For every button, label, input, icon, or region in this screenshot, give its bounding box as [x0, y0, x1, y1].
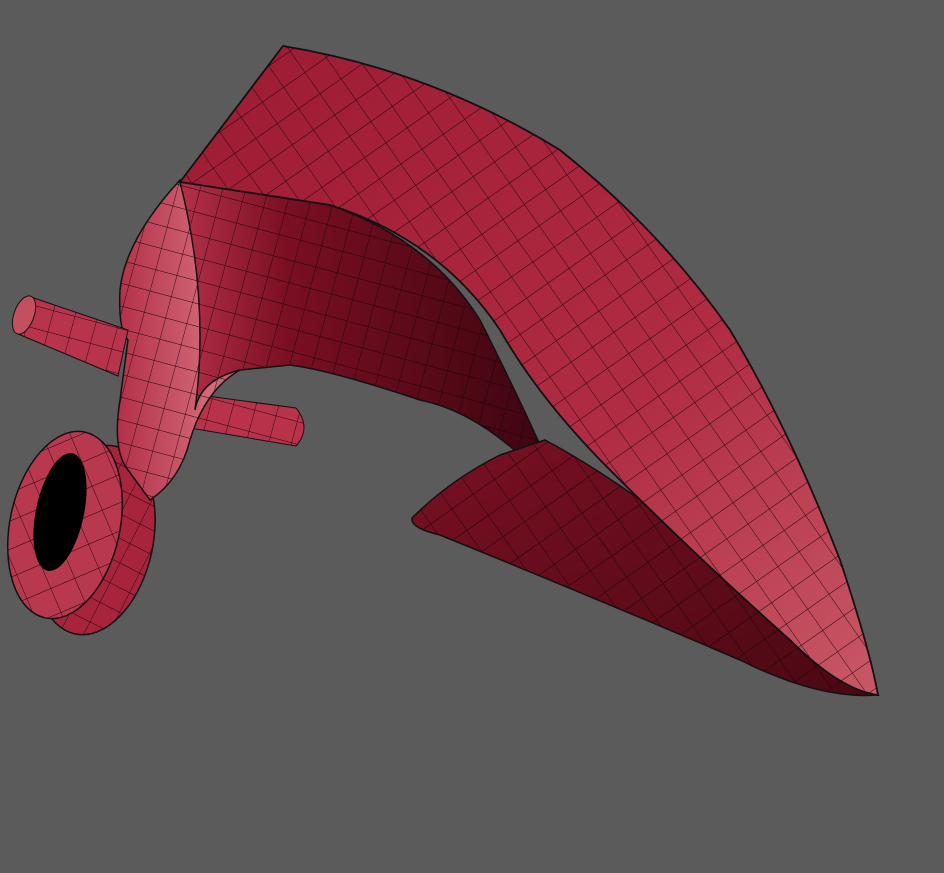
anchor-arm-top: [178, 45, 880, 697]
3d-viewport[interactable]: [0, 0, 944, 873]
stock-pin-left: [11, 295, 129, 377]
anchor-model-render: [6, 45, 880, 697]
